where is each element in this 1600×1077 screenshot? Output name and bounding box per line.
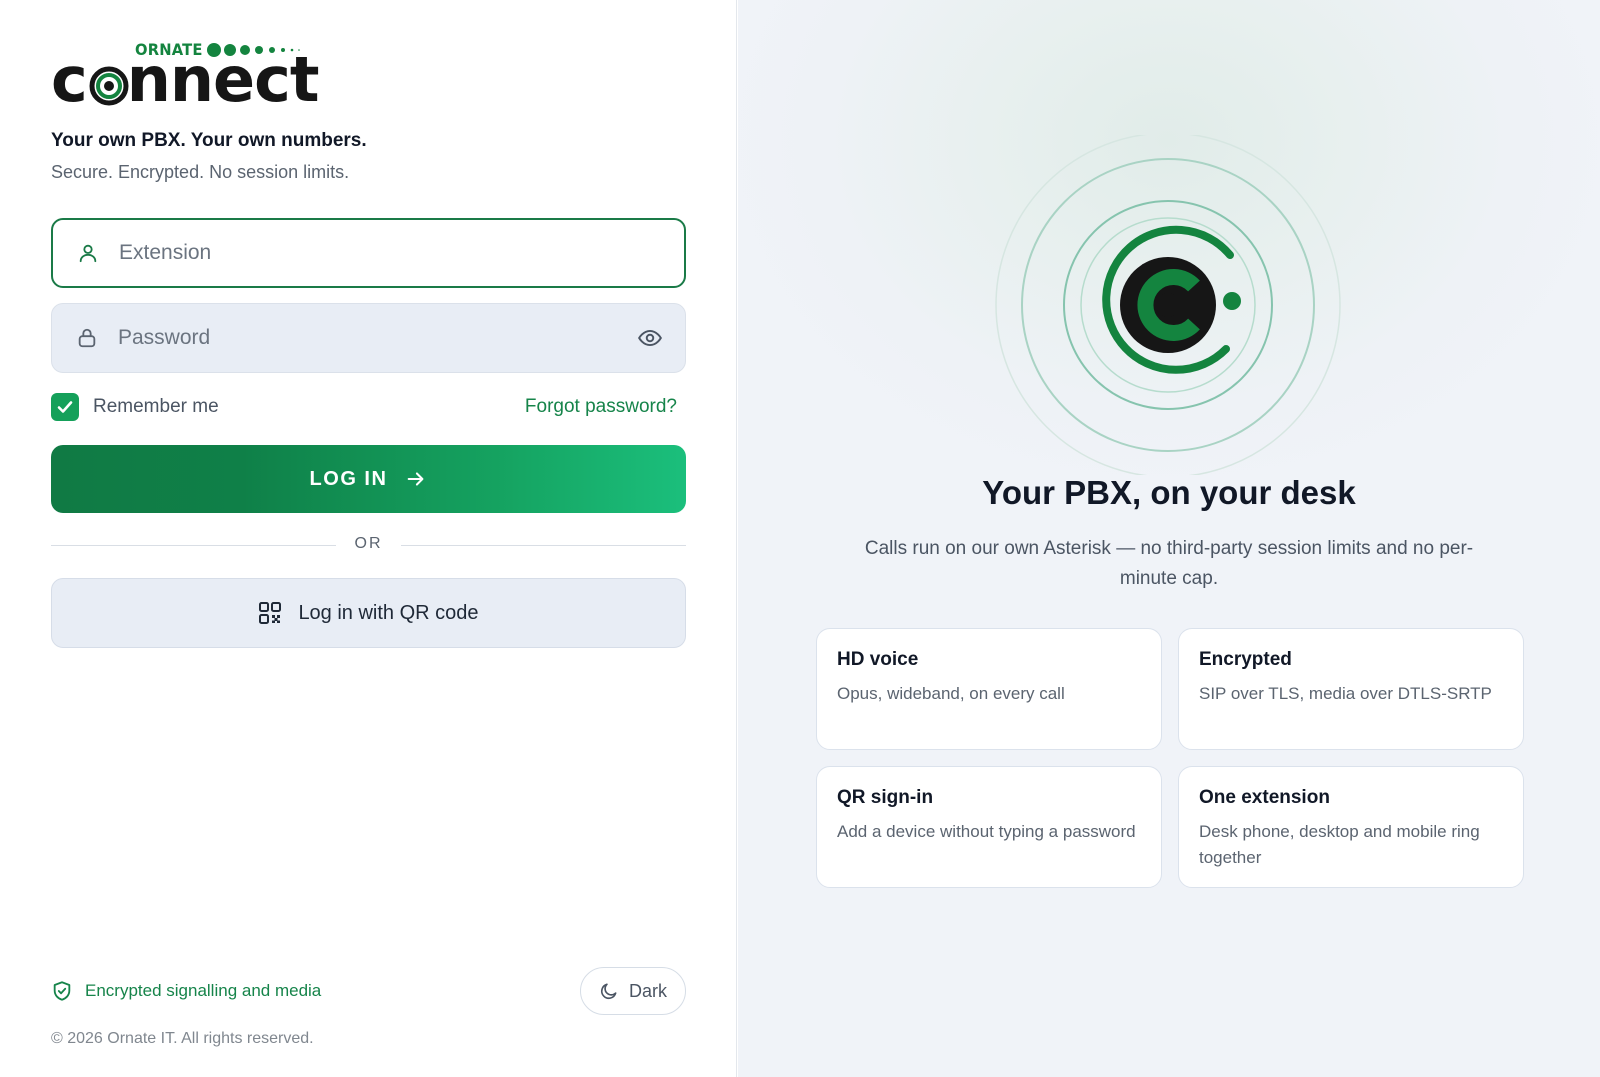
moon-icon: [600, 983, 617, 1000]
login-button-label: LOG IN: [309, 467, 388, 490]
security-note: Encrypted signalling and media: [51, 980, 321, 1002]
feature-title: HD voice: [837, 649, 919, 670]
feature-title: Encrypted: [1199, 649, 1292, 670]
subtagline: Secure. Encrypted. No session limits.: [51, 162, 350, 182]
feature-text: SIP over TLS, media over DTLS-SRTP: [1199, 684, 1492, 703]
remember-checkbox[interactable]: [51, 393, 79, 421]
feature-card-one-extension: One extension Desk phone, desktop and mo…: [1178, 766, 1524, 888]
shield-check-icon: [53, 981, 71, 1001]
remember-label: Remember me: [93, 396, 219, 417]
security-note-text: Encrypted signalling and media: [85, 981, 322, 1000]
eye-icon[interactable]: [637, 325, 663, 351]
feature-card-qr-sign-in: QR sign-in Add a device without typing a…: [816, 766, 1162, 888]
or-label: OR: [354, 535, 383, 552]
feature-text: Add a device without typing a password: [837, 822, 1136, 841]
arrow-right-icon: [408, 472, 424, 486]
brand-emblem: [995, 135, 1341, 475]
hero-subtitle: Calls run on our own Asterisk — no third…: [864, 538, 1474, 589]
feature-card-hd-voice: HD voice Opus, wideband, on every call: [816, 628, 1162, 750]
password-field[interactable]: [51, 303, 686, 373]
feature-card-encrypted: Encrypted SIP over TLS, media over DTLS-…: [1178, 628, 1524, 750]
qr-login-label: Log in with QR code: [298, 601, 479, 624]
password-input[interactable]: [118, 304, 598, 372]
remember-me[interactable]: Remember me: [51, 393, 219, 421]
user-icon: [79, 244, 97, 263]
dark-mode-label: Dark: [628, 980, 667, 1001]
feature-text: Desk phone, desktop and mobile ring toge…: [1199, 822, 1480, 867]
copyright: © 2026 Ornate IT. All rights reserved.: [51, 1030, 314, 1047]
feature-title: One extension: [1199, 787, 1330, 808]
login-button[interactable]: LOG IN: [51, 445, 686, 513]
extension-field[interactable]: [51, 218, 686, 288]
feature-title: QR sign-in: [837, 787, 934, 808]
login-panel: ORNATE c nnect Your own PBX. Your own num…: [0, 0, 737, 1077]
brand-o-mark: [89, 66, 129, 106]
or-divider: OR: [51, 535, 686, 555]
forgot-password-link[interactable]: Forgot password?: [477, 396, 677, 418]
feature-text: Opus, wideband, on every call: [837, 684, 1065, 703]
check-icon: [57, 401, 73, 413]
tagline: Your own PBX. Your own numbers.: [51, 130, 367, 151]
hero-title: Your PBX, on your desk: [982, 474, 1356, 511]
lock-icon: [78, 328, 96, 348]
qr-login-button[interactable]: Log in with QR code: [51, 578, 686, 648]
dark-mode-toggle[interactable]: Dark: [580, 967, 686, 1015]
extension-input[interactable]: [119, 220, 599, 286]
hero-panel: Your PBX, on your desk Calls run on our …: [738, 0, 1600, 1077]
qr-code-icon: [259, 602, 282, 624]
brand-logo: ORNATE c nnect: [51, 40, 321, 114]
